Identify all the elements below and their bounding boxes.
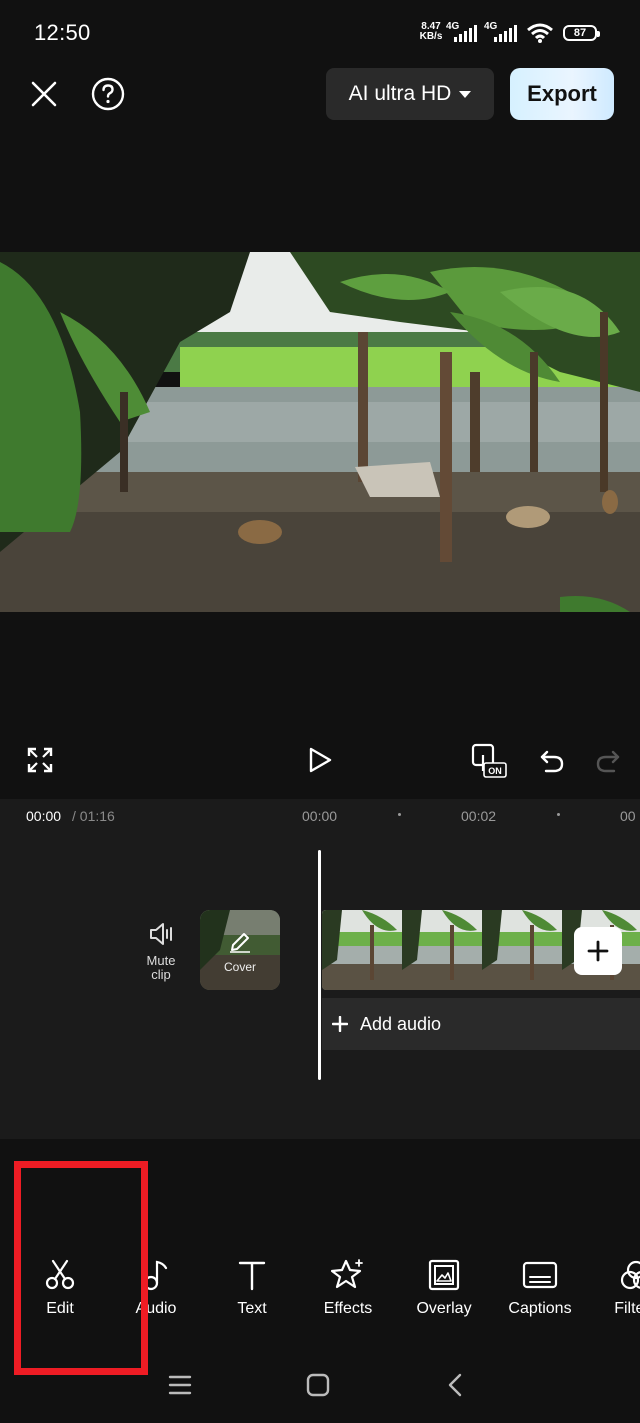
mute-label-line1: Mute (146, 953, 176, 968)
home-button[interactable] (298, 1368, 338, 1402)
speaker-icon (150, 923, 172, 945)
recent-apps-button[interactable] (160, 1368, 200, 1402)
wifi-icon (527, 23, 553, 43)
ruler-tick-label: 00 (620, 808, 636, 824)
filters-icon (620, 1260, 640, 1290)
pencil-icon (230, 933, 250, 953)
text-icon (238, 1261, 266, 1291)
tool-text[interactable]: Text (204, 1258, 300, 1318)
playhead[interactable] (318, 850, 321, 1080)
plus-icon (332, 1016, 348, 1032)
signal-icon (494, 25, 517, 42)
status-time: 12:50 (34, 20, 91, 45)
total-duration: / 01:16 (72, 808, 115, 824)
tool-effects[interactable]: Effects (300, 1258, 396, 1318)
home-square-icon (306, 1373, 330, 1397)
menu-icon (168, 1375, 192, 1395)
mute-clip-label: Mute clip (136, 954, 186, 982)
keyframe-toggle-button[interactable]: ON (468, 740, 510, 780)
back-button[interactable] (436, 1368, 476, 1402)
redo-button[interactable] (588, 740, 628, 780)
redo-icon (596, 750, 620, 773)
tool-label: Overlay (416, 1300, 472, 1317)
current-time: 00:00 (26, 808, 62, 824)
snap-on-icon: ON (471, 743, 507, 778)
ruler-dot (557, 813, 560, 816)
ruler-tick-label: 00:00 (302, 808, 338, 824)
play-button[interactable] (300, 740, 340, 780)
quality-dropdown[interactable]: AI ultra HD (326, 68, 494, 120)
mute-clip-button[interactable] (144, 918, 180, 950)
mute-label-line2: clip (151, 967, 171, 982)
close-icon (31, 81, 57, 107)
ruler-tick-label: 00:02 (461, 808, 497, 824)
network-rate: 8.47 KB/s (416, 22, 446, 42)
undo-button[interactable] (532, 740, 572, 780)
tool-captions[interactable]: Captions (492, 1258, 588, 1318)
quality-label: AI ultra HD (348, 82, 452, 105)
export-button[interactable]: Export (510, 68, 614, 120)
svg-text:ON: ON (488, 766, 502, 776)
add-audio-label: Add audio (360, 1013, 442, 1034)
battery-indicator: 87 (563, 25, 600, 41)
network-rate-unit: KB/s (419, 31, 443, 42)
plus-icon (587, 940, 609, 962)
signal-icon (454, 25, 477, 42)
back-chevron-icon (448, 1373, 462, 1397)
tool-label: Effects (323, 1300, 373, 1317)
add-clip-button[interactable] (574, 927, 622, 975)
tool-filters[interactable]: Filters (588, 1258, 640, 1318)
help-button[interactable] (88, 74, 128, 114)
video-frame-image (0, 252, 640, 612)
chevron-down-icon (459, 90, 472, 98)
clip-frame (322, 910, 402, 990)
cover-label: Cover (223, 960, 256, 974)
sparkle-star-icon (331, 1259, 363, 1289)
cover-button[interactable]: Cover (200, 910, 280, 990)
tool-overlay[interactable]: Overlay (396, 1258, 492, 1318)
overlay-icon (428, 1259, 460, 1291)
undo-icon (540, 750, 564, 773)
ruler-dot (398, 813, 401, 816)
close-button[interactable] (24, 74, 64, 114)
tool-label: Captions (508, 1300, 572, 1317)
captions-icon (522, 1261, 558, 1289)
fullscreen-button[interactable] (22, 742, 58, 778)
fullscreen-icon (27, 747, 53, 773)
tool-label: Filters (614, 1300, 640, 1317)
video-preview[interactable] (0, 252, 640, 612)
status-bar: 12:50 8.47 KB/s 4G 4G 87 (0, 0, 640, 66)
add-audio-button[interactable]: Add audio (322, 998, 640, 1050)
tool-label: Text (237, 1300, 267, 1317)
play-icon (309, 747, 332, 773)
help-icon (91, 77, 125, 111)
highlight-box (14, 1161, 148, 1375)
